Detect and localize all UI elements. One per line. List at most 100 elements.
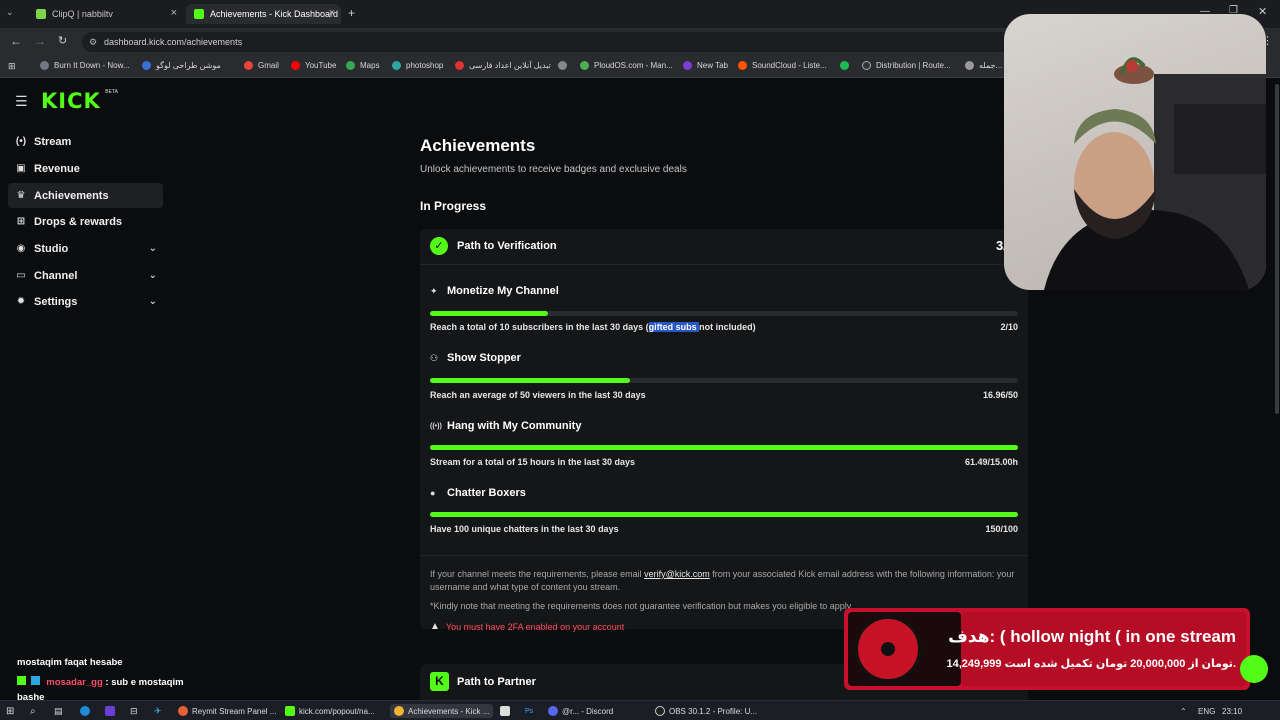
- progress-fill: [430, 311, 548, 316]
- verification-note: If your channel meets the requirements, …: [430, 568, 1020, 594]
- sidebar-item-achievements[interactable]: ♛ Achievements: [8, 183, 163, 208]
- new-tab-button[interactable]: +: [348, 6, 355, 20]
- sparkle-icon: ✦: [430, 285, 438, 296]
- sidebar-item-label: Studio: [34, 242, 69, 255]
- card-header[interactable]: ✓ Path to Verification 3/5: [420, 229, 1028, 265]
- bookmark-item[interactable]: New Tab: [683, 61, 728, 70]
- back-icon[interactable]: ←: [10, 34, 22, 48]
- kick-favicon: [194, 9, 204, 19]
- bookmark-item[interactable]: SoundCloud - Liste...: [738, 61, 827, 70]
- reload-icon[interactable]: ↻: [58, 34, 67, 47]
- kick-logo[interactable]: KICK BETA: [41, 89, 118, 113]
- sidebar-item-revenue[interactable]: ▣ Revenue: [8, 156, 163, 181]
- achievement-title-text: Monetize My Channel: [447, 285, 559, 297]
- youtube-icon: [291, 61, 300, 70]
- sidebar-item-studio[interactable]: ◉ Studio ⌄: [8, 236, 163, 261]
- note-text: If your channel meets the requirements, …: [430, 569, 645, 579]
- bookmark-label: SoundCloud - Liste...: [752, 61, 827, 70]
- bookmark-item[interactable]: Burn It Down - Now...: [40, 61, 130, 70]
- bookmark-item[interactable]: Gmail: [244, 61, 279, 70]
- globe-icon: [558, 61, 567, 70]
- taskbar-app-kick-popout[interactable]: kick.com/popout/na...: [285, 704, 375, 718]
- bookmark-item[interactable]: جمله...: [965, 61, 1002, 70]
- sharingan-pupil: [881, 642, 895, 656]
- hamburger-menu-icon[interactable]: ☰: [15, 93, 28, 110]
- tab-clipq[interactable]: ClipQ | nabbiltv ×: [28, 4, 183, 24]
- goal-panel-inner: [961, 612, 1246, 686]
- chevron-down-icon[interactable]: ⌄: [149, 296, 157, 307]
- bookmark-item[interactable]: Maps: [346, 61, 380, 70]
- green-chat-icon: [1240, 655, 1268, 683]
- bookmark-item[interactable]: موشن طراحی لوگو: [142, 61, 221, 70]
- verify-email-link[interactable]: verify@kick.com: [644, 569, 710, 579]
- taskbar-label: Achievements - Kick ...: [408, 706, 490, 716]
- chevron-down-icon[interactable]: ⌄: [149, 243, 157, 254]
- taskbar-app-misc[interactable]: [500, 704, 514, 718]
- chrome-icon: [394, 706, 404, 716]
- gift-icon: ⊞: [16, 216, 26, 227]
- signal-icon: ((•)): [430, 422, 442, 430]
- bookmark-item[interactable]: Distribution | Route...: [862, 61, 951, 70]
- bookmark-item[interactable]: تبدیل آنلاین اعداد فارسی: [455, 61, 551, 70]
- bookmark-label: photoshop: [406, 61, 444, 70]
- taskbar-app-achievements[interactable]: Achievements - Kick ...: [390, 704, 494, 718]
- close-icon[interactable]: ×: [329, 7, 335, 19]
- logo-text: KICK: [41, 89, 101, 113]
- url-field[interactable]: ⚙ dashboard.kick.com/achievements: [82, 32, 1042, 52]
- task-view-icon[interactable]: ▤: [54, 704, 63, 718]
- soundcloud-icon: [738, 61, 747, 70]
- achievement-title-text: Show Stopper: [447, 352, 521, 364]
- achievement-title: ((•)) Hang with My Community: [430, 420, 581, 432]
- sidebar-item-settings[interactable]: ✹ Settings ⌄: [8, 289, 163, 314]
- divider: [420, 555, 1028, 556]
- tab-label: ClipQ | nabbiltv: [52, 9, 113, 19]
- edge-icon[interactable]: [80, 704, 94, 718]
- store-icon[interactable]: ⊟: [130, 704, 138, 718]
- telegram-icon[interactable]: ✈: [154, 704, 162, 718]
- search-icon[interactable]: ⌕: [30, 704, 36, 718]
- tray-arrow-icon[interactable]: ⌃: [1180, 704, 1187, 718]
- bookmark-item[interactable]: YouTube: [291, 61, 336, 70]
- taskbar-app-reymit[interactable]: Reymit Stream Panel ...: [178, 704, 276, 718]
- language-indicator[interactable]: ENG: [1198, 704, 1215, 718]
- sidebar-item-label: Drops & rewards: [34, 215, 123, 228]
- tab-achievements[interactable]: Achievements - Kick Dashboard ×: [186, 4, 341, 24]
- chevron-down-icon[interactable]: ⌄: [149, 270, 157, 281]
- firefox-icon: [178, 706, 188, 716]
- achievement-description: Have 100 unique chatters in the last 30 …: [430, 524, 619, 534]
- taskbar-label: kick.com/popout/na...: [299, 706, 375, 716]
- clock[interactable]: 23:10: [1222, 704, 1242, 718]
- bookmark-label: Burn It Down - Now...: [54, 61, 130, 70]
- site-info-icon[interactable]: ⚙: [89, 32, 97, 52]
- chat-username: mosadar_gg: [46, 677, 103, 688]
- bookmark-item[interactable]: PloudOS.com - Man...: [580, 61, 673, 70]
- sidebar-item-drops[interactable]: ⊞ Drops & rewards: [8, 209, 163, 234]
- bookmark-item[interactable]: [840, 61, 854, 70]
- card-title: Path to Verification: [457, 240, 557, 252]
- bookmark-label: موشن طراحی لوگو: [156, 61, 221, 70]
- photoshop-taskbar-icon[interactable]: Ps: [525, 704, 533, 718]
- taskbar-app-discord[interactable]: @r... - Discord: [548, 704, 613, 718]
- start-icon[interactable]: ⊞: [6, 704, 14, 718]
- scrollbar-thumb[interactable]: [1275, 84, 1279, 414]
- bookmark-label: YouTube: [305, 61, 337, 70]
- bookmark-item[interactable]: photoshop: [392, 61, 443, 70]
- sidebar-item-stream[interactable]: (•) Stream: [8, 129, 163, 154]
- close-icon[interactable]: ×: [171, 7, 177, 19]
- desc-text: Reach a total of 10 subscribers in the l…: [430, 322, 649, 332]
- bookmark-item[interactable]: [558, 61, 572, 70]
- forward-icon[interactable]: →: [34, 34, 46, 48]
- goal-progress-text: 14,249,999 تومان از 20,000,000 تومان تکم…: [946, 658, 1236, 670]
- app-icon[interactable]: [105, 704, 119, 718]
- logo-badge: BETA: [105, 89, 118, 95]
- bars-icon: [965, 61, 974, 70]
- card-title: Path to Partner: [457, 676, 536, 688]
- taskbar-app-obs[interactable]: OBS 30.1.2 - Profile: U...: [655, 704, 757, 718]
- obs-icon: [655, 706, 665, 716]
- sidebar-item-channel[interactable]: ▭ Channel ⌄: [8, 263, 163, 288]
- tab-search-button[interactable]: ⌄: [6, 7, 14, 18]
- apps-icon[interactable]: ⊞: [8, 61, 16, 72]
- page-subtitle: Unlock achievements to receive badges an…: [420, 164, 687, 175]
- bookmark-label: تبدیل آنلاین اعداد فارسی: [469, 61, 551, 70]
- close-window-icon[interactable]: ✕: [1258, 5, 1267, 18]
